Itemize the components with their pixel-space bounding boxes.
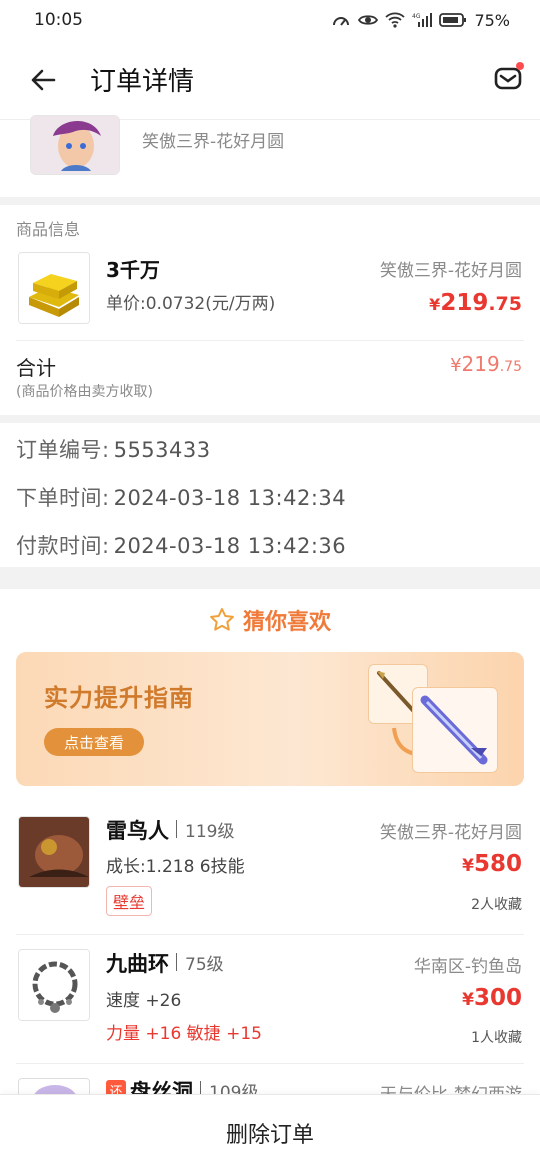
message-button[interactable] (490, 60, 526, 96)
item-price: ¥300 (462, 985, 522, 1011)
svg-text:4G: 4G (412, 13, 421, 20)
delete-order-button[interactable]: 删除订单 (196, 1107, 344, 1159)
goods-thumbnail (18, 252, 90, 324)
item-name[interactable]: 雷鸟人 (106, 815, 169, 845)
divider (16, 934, 524, 935)
order-time: 2024-03-18 13:42:34 (113, 486, 347, 510)
total-label: 合计 (16, 356, 56, 380)
character-portrait-image (31, 116, 119, 174)
goods-name: 3千万 (106, 258, 160, 282)
total-price: ¥219.75 (450, 352, 522, 376)
item-bonus-attributes: 力量 +16 敏捷 +15 (106, 1024, 262, 1044)
speed-icon (333, 17, 350, 26)
item-thumbnail[interactable] (18, 816, 90, 888)
item-favorites: 1人收藏 (471, 1030, 522, 1046)
bottom-action-bar: 删除订单 (0, 1094, 540, 1170)
section-gap (0, 197, 540, 205)
ring-image (19, 950, 89, 1020)
goods-server: 笑傲三界-花好月圆 (379, 261, 522, 281)
item-server: 笑傲三界-花好月圆 (379, 823, 522, 843)
item-price: ¥580 (462, 851, 522, 877)
order-number-label: 订单编号: (16, 438, 110, 462)
thunderbird-creature-image (19, 817, 89, 887)
order-time-label: 下单时间: (16, 486, 110, 510)
wifi-icon (385, 12, 406, 28)
item-attributes: 成长:1.218 6技能 (106, 857, 245, 877)
recommend-title: 猜你喜欢 (0, 604, 540, 636)
goods-section-label: 商品信息 (16, 220, 81, 239)
banner-title: 实力提升指南 (44, 684, 194, 712)
divider (16, 340, 524, 341)
goods-price: ¥219.75 (429, 290, 522, 316)
pay-time-row: 付款时间: 2024-03-18 13:42:36 (16, 530, 346, 560)
separator (176, 820, 177, 838)
battery-icon (439, 13, 467, 27)
section-gap (0, 567, 540, 589)
item-thumbnail[interactable] (18, 949, 90, 1021)
seller-server: 笑傲三界-花好月圆 (142, 132, 285, 152)
item-server: 华南区-钓鱼岛 (413, 957, 522, 977)
item-name[interactable]: 九曲环 (106, 948, 169, 978)
status-bar: 10:05 4G 75% (0, 0, 540, 40)
star-icon (210, 608, 234, 631)
sword-icon (420, 695, 488, 765)
item-level: 75级 (185, 955, 224, 975)
recommend-title-text: 猜你喜欢 (242, 610, 331, 635)
page-title: 订单详情 (90, 67, 195, 97)
goods-unit-price: 单价:0.0732(元/万两) (106, 294, 276, 314)
gold-bars-image (19, 253, 89, 323)
order-number-row: 订单编号: 5553433 (16, 434, 211, 464)
signal-icon: 4G (412, 13, 433, 27)
arrow-left-icon (31, 69, 56, 90)
pay-time-label: 付款时间: (16, 534, 110, 558)
guide-banner[interactable]: 实力提升指南 点击查看 (16, 652, 524, 786)
order-time-row: 下单时间: 2024-03-18 13:42:34 (16, 482, 346, 512)
order-number: 5553433 (113, 438, 211, 462)
divider (16, 1063, 524, 1064)
eye-icon (358, 15, 379, 25)
back-button[interactable] (18, 55, 68, 105)
item-level: 119级 (185, 822, 235, 842)
status-icons: 4G 75% (331, 11, 510, 30)
status-time: 10:05 (34, 10, 83, 30)
banner-view-button[interactable]: 点击查看 (44, 728, 144, 756)
item-favorites: 2人收藏 (471, 897, 522, 913)
item-attributes: 速度 +26 (106, 991, 182, 1011)
total-note: (商品价格由卖方收取) (16, 384, 153, 400)
unread-dot (516, 62, 524, 70)
seller-info: 笑傲三界-花好月圆 (0, 115, 540, 197)
banner-sword-card (412, 687, 498, 773)
app-header: 订单详情 (0, 40, 540, 120)
pay-time: 2024-03-18 13:42:36 (113, 534, 347, 558)
separator (176, 953, 177, 971)
item-skill-tag: 壁垒 (106, 886, 153, 916)
battery-percent: 75% (474, 10, 510, 30)
section-gap (0, 415, 540, 423)
seller-avatar (30, 115, 120, 175)
